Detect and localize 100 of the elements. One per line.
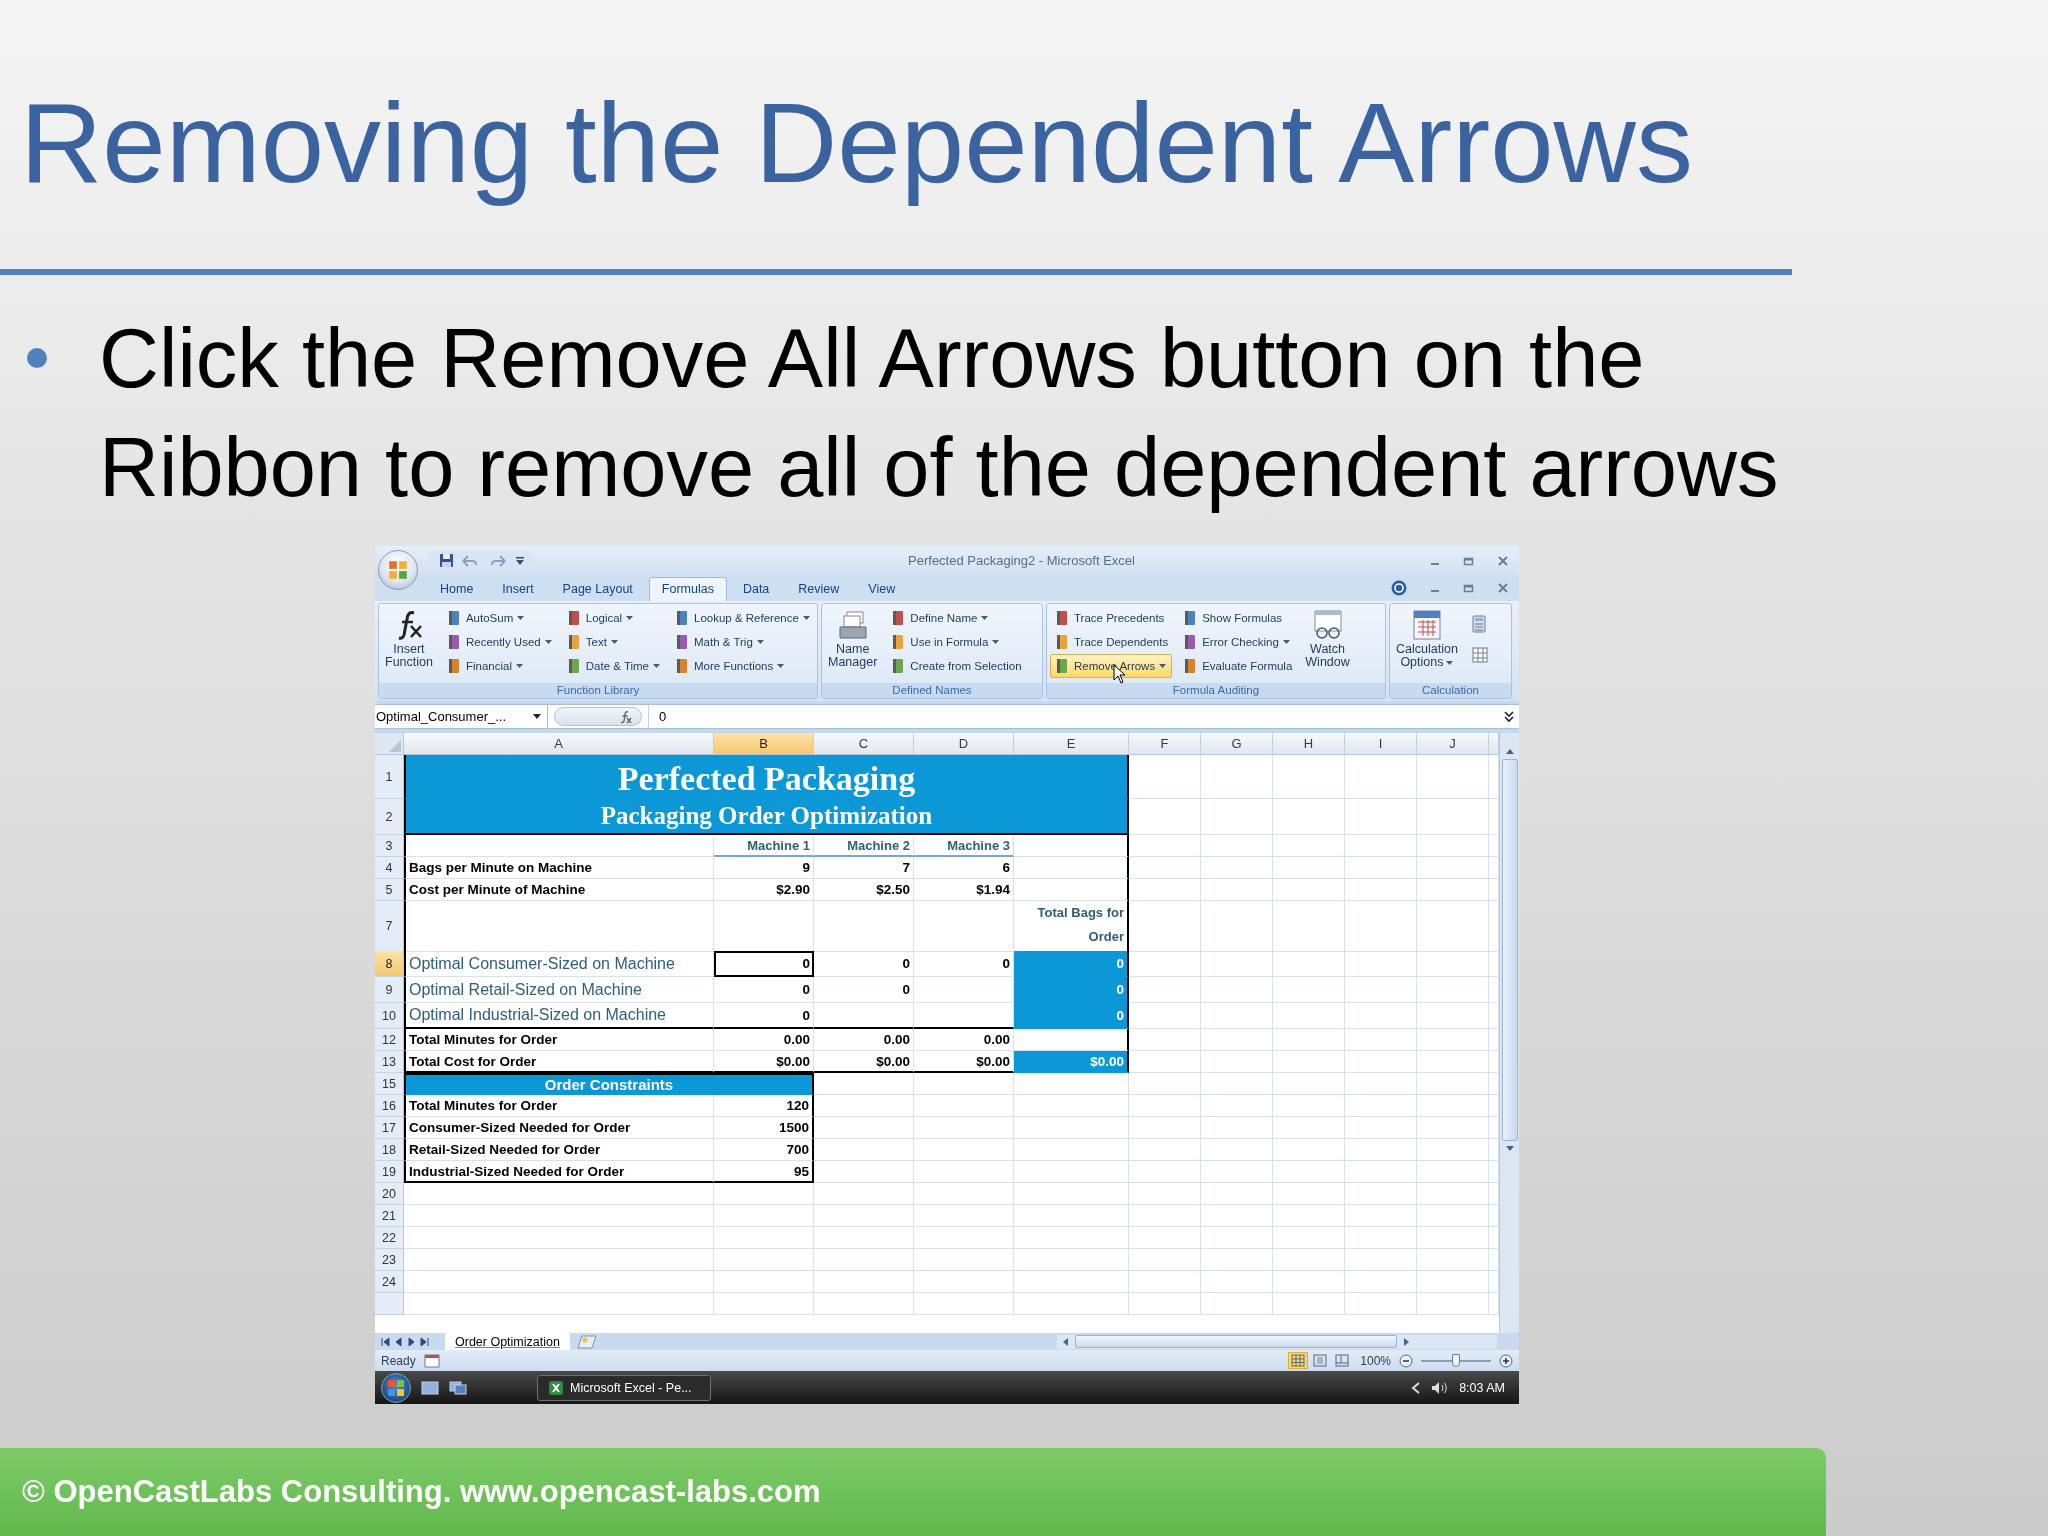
name-box[interactable]: Optimal_Consumer_... [375, 705, 548, 728]
column-header[interactable]: H [1273, 733, 1345, 755]
ribbon-button[interactable]: More Functions [670, 654, 814, 678]
ribbon-button[interactable]: Error Checking [1178, 630, 1297, 654]
row-header[interactable]: 15 [375, 1073, 404, 1095]
ribbon-button[interactable]: Trace Dependents [1050, 630, 1173, 654]
row-header[interactable]: 16 [375, 1095, 404, 1117]
column-header[interactable]: E [1014, 733, 1129, 755]
zoom-in-icon[interactable] [1499, 1353, 1513, 1368]
scroll-right-icon[interactable] [1401, 1336, 1411, 1347]
zoom-level[interactable]: 100% [1360, 1353, 1391, 1368]
help-icon[interactable] [1391, 580, 1407, 596]
ribbon-tab[interactable]: Page Layout [549, 577, 646, 601]
start-button[interactable] [381, 1372, 411, 1403]
ribbon-button[interactable]: Text [561, 630, 664, 654]
row-header[interactable]: 5 [375, 879, 404, 901]
row-header[interactable]: 12 [375, 1029, 404, 1051]
ribbon-button[interactable]: Calculation Options [1393, 606, 1461, 680]
row-header[interactable]: 24 [375, 1271, 404, 1293]
row-header[interactable]: 8 [375, 951, 404, 977]
horizontal-scrollbar[interactable] [1057, 1334, 1497, 1349]
row-header[interactable]: 13 [375, 1051, 404, 1073]
save-icon[interactable] [439, 553, 454, 568]
normal-view-icon[interactable] [1288, 1352, 1309, 1369]
row-header[interactable]: 4 [375, 857, 404, 879]
window-switch-icon[interactable] [449, 1380, 467, 1395]
row-header[interactable]: 19 [375, 1161, 404, 1183]
ribbon-tab[interactable]: Insert [489, 577, 547, 601]
row-header[interactable]: 9 [375, 977, 404, 1003]
macro-icon[interactable] [423, 1353, 440, 1368]
ribbon-button[interactable]: Evaluate Formula [1178, 654, 1297, 678]
column-header[interactable]: J [1417, 733, 1489, 755]
desktop-icon[interactable] [421, 1380, 439, 1395]
ribbon-button[interactable]: Watch Window [1302, 606, 1353, 680]
insert-sheet-icon[interactable] [575, 1334, 598, 1349]
row-header[interactable]: 17 [375, 1117, 404, 1139]
ribbon-button[interactable]: Insert Function [382, 606, 436, 680]
ribbon-tab[interactable]: Home [427, 577, 487, 601]
ribbon-tab[interactable]: View [855, 577, 909, 601]
column-header[interactable]: C [814, 733, 914, 755]
taskbar-button[interactable]: Microsoft Excel - Pe... [537, 1374, 711, 1401]
row-header[interactable]: 20 [375, 1183, 404, 1205]
column-header[interactable]: D [914, 733, 1014, 755]
ribbon-button[interactable]: Use in Formula [886, 630, 1026, 654]
row-header[interactable]: 1 [375, 755, 404, 799]
row-header[interactable]: 2 [375, 799, 404, 835]
table-cell [1201, 755, 1273, 799]
scroll-thumb[interactable] [1501, 759, 1518, 1141]
sheet-tab[interactable]: Order Optimization [445, 1333, 570, 1350]
table-cell [1417, 951, 1489, 977]
column-header[interactable]: G [1201, 733, 1273, 755]
restore-icon[interactable] [1463, 582, 1475, 594]
scroll-up-icon[interactable] [1503, 747, 1516, 755]
zoom-out-icon[interactable] [1399, 1353, 1413, 1368]
ribbon-tab[interactable]: Review [785, 577, 853, 601]
ribbon-button[interactable]: Create from Selection [886, 654, 1026, 678]
ribbon-button[interactable]: Show Formulas [1178, 606, 1297, 630]
column-header[interactable]: F [1129, 733, 1201, 755]
table-cell: $1.94 [914, 879, 1014, 901]
ribbon-button[interactable]: Lookup & Reference [670, 606, 814, 630]
ribbon-button[interactable]: Trace Precedents [1050, 606, 1173, 630]
close-icon[interactable] [1497, 554, 1509, 567]
row-header[interactable]: 7 [375, 901, 404, 952]
ribbon-button[interactable]: Define Name [886, 606, 1026, 630]
column-header[interactable]: A [404, 733, 714, 755]
expand-icon[interactable] [1503, 709, 1515, 724]
ribbon-button[interactable]: Recently Used [441, 630, 556, 654]
row-header[interactable]: 22 [375, 1227, 404, 1249]
column-header[interactable]: I [1345, 733, 1417, 755]
caret-icon[interactable] [516, 556, 524, 565]
row-header[interactable]: 21 [375, 1205, 404, 1227]
scroll-left-icon[interactable] [1061, 1336, 1071, 1347]
vertical-scrollbar[interactable] [1499, 733, 1519, 1333]
scroll-down-icon[interactable] [1503, 1145, 1516, 1153]
speaker-icon[interactable] [1431, 1380, 1450, 1395]
ribbon-button[interactable]: Date & Time [561, 654, 664, 678]
ribbon-tab[interactable]: Data [729, 577, 783, 601]
table-cell [1273, 1205, 1345, 1227]
function-icon[interactable] [619, 709, 633, 724]
row-header[interactable]: 18 [375, 1139, 404, 1161]
formula-field[interactable]: 0 [648, 705, 1499, 728]
ribbon-button[interactable]: Name Manager [825, 606, 881, 680]
ribbon-button[interactable]: AutoSum [441, 606, 556, 630]
zoom-slider-thumb[interactable] [1452, 1353, 1460, 1367]
row-header[interactable]: 3 [375, 835, 404, 857]
table-cell: 0 [814, 977, 914, 1003]
ribbon-button[interactable]: Logical [561, 606, 664, 630]
chevron-icon[interactable] [1411, 1381, 1422, 1394]
ribbon-button[interactable]: Math & Trig [670, 630, 814, 654]
table-cell [1273, 1073, 1345, 1095]
ribbon-button[interactable]: Financial [441, 654, 556, 678]
row-header[interactable]: 10 [375, 1003, 404, 1029]
table-cell [1273, 755, 1345, 799]
column-header[interactable]: B [714, 733, 814, 755]
scroll-thumb[interactable] [1075, 1335, 1397, 1348]
ribbon-tab[interactable]: Formulas [648, 577, 727, 601]
row-header[interactable]: 23 [375, 1249, 404, 1271]
close-icon[interactable] [1497, 582, 1509, 594]
table-cell [1129, 951, 1201, 977]
table-cell [1417, 879, 1489, 901]
